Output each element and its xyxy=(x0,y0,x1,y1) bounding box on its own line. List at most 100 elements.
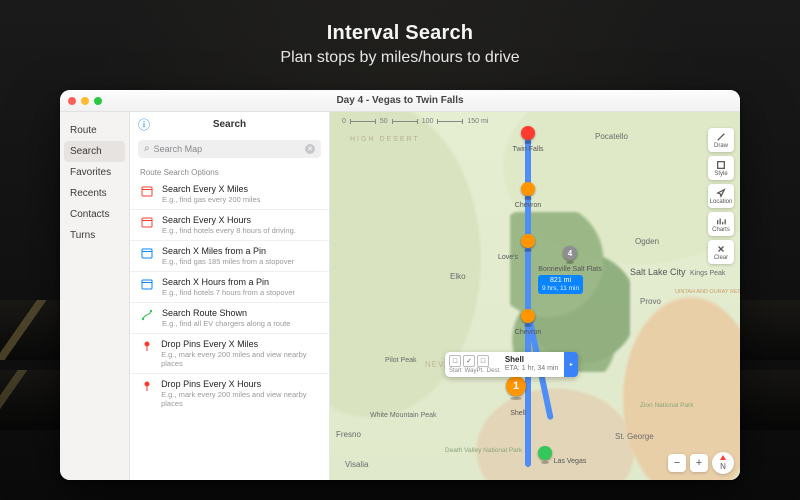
callout-title: Shell xyxy=(505,356,559,365)
pin-bonneville[interactable]: 4 xyxy=(563,246,577,264)
zoom-in-button[interactable]: + xyxy=(690,454,708,472)
option-title: Search Route Shown xyxy=(162,308,290,318)
option-sub: E.g., find gas 185 miles from a stopover xyxy=(162,257,294,266)
pin-icon xyxy=(140,379,153,408)
pin-stop-selected[interactable]: 1 xyxy=(506,376,526,400)
callout-waypoint-icon[interactable]: ✓ xyxy=(463,355,475,367)
sidebar-item-recents[interactable]: Recents xyxy=(60,183,129,204)
city-kingspeak: Kings Peak xyxy=(690,270,725,277)
tool-location[interactable]: Location xyxy=(708,184,734,208)
tool-clear[interactable]: Clear xyxy=(708,240,734,264)
city-ogden[interactable]: Ogden xyxy=(635,237,659,246)
callout-go-button[interactable]: ▸ xyxy=(564,352,578,377)
region-label: HIGH DESERT xyxy=(350,136,420,143)
pin-callout[interactable]: □ ✓ □ Start WayPt. Dest. Shell ETA: 1 hr… xyxy=(445,352,578,377)
route-icon xyxy=(140,308,154,328)
calendar-icon xyxy=(140,184,154,204)
pin-start[interactable] xyxy=(538,446,552,464)
calendar-icon xyxy=(140,277,154,297)
map[interactable]: 0 50 100 150 mi HIGH DESERT Salt Lake Ci… xyxy=(330,112,740,480)
option-search-route-shown[interactable]: Search Route ShownE.g., find all EV char… xyxy=(130,302,329,333)
route-badge[interactable]: 821 mi 9 hrs, 11 min xyxy=(538,275,583,294)
search-icon: ⌕ xyxy=(144,144,150,154)
option-search-every-x-miles[interactable]: Search Every X MilesE.g., find gas every… xyxy=(130,179,329,209)
reservation-uintah: UINTAH AND OURAY RESERVATION xyxy=(675,290,725,296)
option-title: Drop Pins Every X Miles xyxy=(161,339,319,349)
calendar-icon xyxy=(140,246,154,266)
sidebar-item-favorites[interactable]: Favorites xyxy=(60,162,129,183)
sidebar-item-search[interactable]: Search xyxy=(64,141,125,162)
option-search-every-x-hours[interactable]: Search Every X HoursE.g., find hotels ev… xyxy=(130,209,329,240)
option-sub: E.g., find hotels every 8 hours of drivi… xyxy=(162,226,296,235)
option-title: Search Every X Miles xyxy=(162,184,260,194)
city-stgeorge[interactable]: St. George xyxy=(615,432,654,441)
search-input[interactable]: ⌕ Search Map ✕ xyxy=(138,140,321,158)
city-provo[interactable]: Provo xyxy=(640,297,661,306)
hero-subtitle: Plan stops by miles/hours to drive xyxy=(0,49,800,67)
park-zion: Zion National Park xyxy=(640,402,693,409)
badge-time: 9 hrs, 11 min xyxy=(542,285,579,292)
clear-icon[interactable]: ✕ xyxy=(305,144,315,154)
option-drop-pins-every-x-miles[interactable]: Drop Pins Every X MilesE.g., mark every … xyxy=(130,333,329,373)
search-placeholder: Search Map xyxy=(154,144,301,154)
callout-dest-icon[interactable]: □ xyxy=(477,355,489,367)
option-sub: E.g., find gas every 200 miles xyxy=(162,195,260,204)
sidebar-item-turns[interactable]: Turns xyxy=(60,225,129,246)
pin-label: Chevron xyxy=(515,329,541,336)
pin-destination[interactable] xyxy=(521,126,535,144)
badge-distance: 821 mi xyxy=(542,277,579,285)
callout-start-icon[interactable]: □ xyxy=(449,355,461,367)
tool-charts[interactable]: Charts xyxy=(708,212,734,236)
city-pilotpeak: Pilot Peak xyxy=(385,357,417,364)
tool-draw[interactable]: Draw xyxy=(708,128,734,152)
zoom-out-button[interactable]: − xyxy=(668,454,686,472)
option-title: Search X Miles from a Pin xyxy=(162,246,294,256)
option-title: Search X Hours from a Pin xyxy=(162,277,295,287)
map-tools: Draw Style Location Charts Clear xyxy=(708,128,734,264)
option-title: Drop Pins Every X Hours xyxy=(161,379,319,389)
option-sub: E.g., mark every 200 miles and view near… xyxy=(161,390,319,408)
pin-stop[interactable] xyxy=(521,309,535,327)
callout-eta: ETA: 1 hr, 34 min xyxy=(505,365,559,373)
pin-label: Love's xyxy=(498,254,518,261)
park-deathvalley: Death Valley National Park xyxy=(445,447,522,454)
option-drop-pins-every-x-hours[interactable]: Drop Pins Every X HoursE.g., mark every … xyxy=(130,373,329,413)
hero: Interval Search Plan stops by miles/hour… xyxy=(0,22,800,67)
city-visalia[interactable]: Visalia xyxy=(345,460,368,469)
map-zoom: − + N xyxy=(668,452,734,474)
pin-stop[interactable] xyxy=(521,182,535,200)
app-window: Day 4 - Vegas to Twin Falls Route Search… xyxy=(60,90,740,480)
city-whitemtn: White Mountain Peak xyxy=(370,412,437,419)
option-sub: E.g., find hotels 7 hours from a stopove… xyxy=(162,288,295,297)
hero-title: Interval Search xyxy=(0,22,800,45)
pin-icon xyxy=(140,339,153,368)
option-search-x-hours-from-pin[interactable]: Search X Hours from a PinE.g., find hote… xyxy=(130,271,329,302)
scale-bar: 0 50 100 150 mi xyxy=(342,118,488,125)
pin-label: Shell xyxy=(510,410,526,417)
window-title: Day 4 - Vegas to Twin Falls xyxy=(60,95,740,106)
pin-stop[interactable] xyxy=(521,234,535,252)
pin-label: Las Vegas xyxy=(554,458,587,465)
tool-style[interactable]: Style xyxy=(708,156,734,180)
pin-label: Chevron xyxy=(515,202,541,209)
search-panel: ⓘ Search ⌕ Search Map ✕ Route Search Opt… xyxy=(130,112,330,480)
city-pocatello[interactable]: Pocatello xyxy=(595,132,628,141)
compass-button[interactable]: N xyxy=(712,452,734,474)
titlebar[interactable]: Day 4 - Vegas to Twin Falls xyxy=(60,90,740,112)
calendar-icon xyxy=(140,215,154,235)
panel-title: Search xyxy=(213,119,246,130)
option-sub: E.g., mark every 200 miles and view near… xyxy=(161,350,319,368)
section-label: Route Search Options xyxy=(130,162,329,179)
city-elko[interactable]: Elko xyxy=(450,272,466,281)
sidebar-item-route[interactable]: Route xyxy=(60,120,129,141)
sidebar-item-contacts[interactable]: Contacts xyxy=(60,204,129,225)
sidebar-nav: Route Search Favorites Recents Contacts … xyxy=(60,112,130,480)
pin-label: Twin Falls xyxy=(512,146,543,153)
option-title: Search Every X Hours xyxy=(162,215,296,225)
option-sub: E.g., find all EV chargers along a route xyxy=(162,319,290,328)
option-search-x-miles-from-pin[interactable]: Search X Miles from a PinE.g., find gas … xyxy=(130,240,329,271)
city-fresno[interactable]: Fresno xyxy=(336,430,361,439)
city-saltlake[interactable]: Salt Lake City xyxy=(630,267,686,277)
pin-label: Bonneville Salt Flats xyxy=(538,266,601,273)
info-icon[interactable]: ⓘ xyxy=(138,116,150,133)
